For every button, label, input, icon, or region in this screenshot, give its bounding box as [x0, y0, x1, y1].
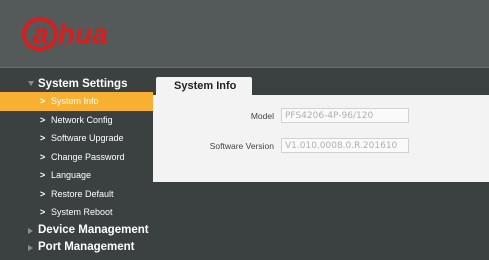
sidebar-item-label: Network Config — [51, 114, 113, 125]
sidebar-item-system-reboot[interactable]: > System Reboot — [0, 203, 153, 222]
section-label: Port Management — [38, 241, 135, 253]
sidebar-item-label: System Reboot — [51, 207, 113, 218]
chevron-right-icon: > — [40, 151, 46, 162]
triangle-right-icon — [28, 244, 33, 251]
triangle-right-icon — [28, 227, 33, 234]
section-system-settings[interactable]: System Settings — [0, 75, 153, 92]
model-field: PFS4206-4P-96/120 — [281, 108, 409, 123]
section-label: System Settings — [38, 77, 128, 90]
sidebar-item-network-config[interactable]: > Network Config — [0, 111, 153, 130]
chevron-right-icon: > — [40, 188, 46, 199]
sidebar-item-label: System Info — [51, 96, 99, 107]
chevron-right-icon: > — [40, 114, 46, 125]
model-label: Model — [250, 110, 274, 121]
software-version-row: Software Version V1.010.0008.0.R.201610 — [153, 138, 409, 153]
svg-text:TECHNOLOGY: TECHNOLOGY — [32, 44, 69, 49]
sidebar-nav: System Settings > System Info > Network … — [0, 75, 153, 260]
triangle-down-icon — [28, 81, 34, 86]
sidebar-item-system-info[interactable]: > System Info — [0, 92, 153, 111]
chevron-right-icon: > — [40, 133, 46, 144]
sidebar-item-restore-default[interactable]: > Restore Default — [0, 185, 153, 204]
content-panel: Model PFS4206-4P-96/120 Software Version… — [153, 95, 489, 182]
model-row: Model PFS4206-4P-96/120 — [153, 108, 409, 123]
sidebar-item-label: Change Password — [51, 151, 125, 162]
tab-system-info[interactable]: System Info — [156, 77, 252, 95]
sidebar-item-change-password[interactable]: > Change Password — [0, 148, 153, 167]
section-label: Device Management — [38, 224, 149, 236]
sidebar-item-software-upgrade[interactable]: > Software Upgrade — [0, 129, 153, 148]
header-bar: a hua TECHNOLOGY — [0, 0, 489, 68]
sidebar-item-label: Restore Default — [51, 188, 114, 199]
section-device-management[interactable]: Device Management — [0, 222, 153, 239]
chevron-right-icon: > — [40, 96, 46, 107]
chevron-right-icon: > — [40, 207, 46, 218]
sidebar-item-label: Language — [51, 170, 92, 181]
section-port-management[interactable]: Port Management — [0, 239, 153, 256]
software-version-label: Software Version — [209, 140, 274, 151]
software-version-field: V1.010.0008.0.R.201610 — [281, 138, 409, 153]
dahua-logo: a hua TECHNOLOGY — [22, 17, 108, 51]
sidebar-item-language[interactable]: > Language — [0, 166, 153, 185]
sidebar-item-label: Software Upgrade — [51, 133, 124, 144]
chevron-right-icon: > — [40, 170, 46, 181]
